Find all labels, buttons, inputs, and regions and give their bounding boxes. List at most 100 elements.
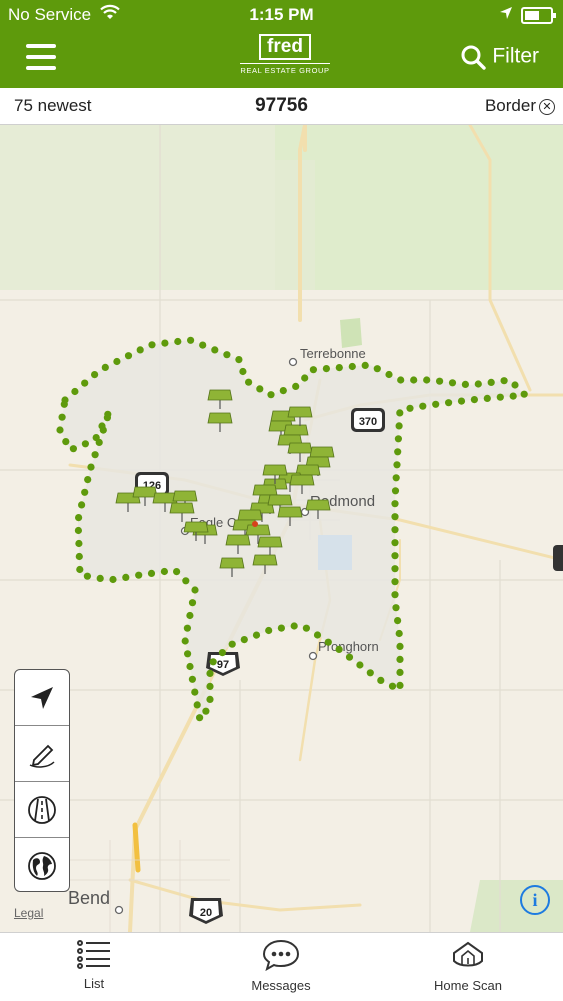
border-dot	[313, 631, 322, 639]
border-dot	[474, 380, 482, 388]
filter-button[interactable]: Filter	[460, 44, 539, 70]
border-dot	[377, 676, 385, 685]
border-dot	[239, 367, 247, 376]
border-label: Border	[484, 96, 536, 115]
menu-icon[interactable]	[26, 44, 56, 70]
border-dot	[74, 526, 82, 535]
border-dot	[218, 649, 226, 657]
border-dot	[388, 682, 397, 690]
border-dot	[211, 346, 219, 354]
border-dot	[196, 714, 204, 722]
border-dot	[202, 707, 210, 715]
satellite-view-button[interactable]	[15, 838, 69, 891]
border-dot	[87, 463, 95, 471]
border-dot	[76, 565, 84, 574]
border-dot	[361, 361, 369, 369]
map-view[interactable]: Terrebonne Redmond Eagle Cr Pronghorn Be…	[0, 125, 563, 932]
draw-button[interactable]	[15, 726, 69, 782]
border-dot	[62, 438, 70, 446]
border-dot	[75, 539, 83, 548]
border-dot	[252, 631, 261, 639]
border-dot	[520, 390, 528, 398]
search-icon	[461, 45, 487, 70]
map-canvas: Terrebonne Redmond Eagle Cr Pronghorn Be…	[0, 125, 563, 932]
border-dot	[191, 688, 199, 696]
border-dot	[461, 380, 469, 388]
locate-button[interactable]	[15, 670, 69, 726]
border-dot	[186, 611, 194, 620]
place-label-terrebonne: Terrebonne	[300, 346, 366, 361]
border-dot	[265, 626, 273, 635]
border-dot	[496, 393, 504, 401]
border-dot	[206, 682, 214, 691]
border-dot	[301, 374, 309, 382]
border-dot	[98, 422, 106, 430]
border-dot	[394, 435, 402, 443]
border-dot	[186, 662, 194, 671]
border-dot	[391, 539, 399, 547]
border-dot	[396, 409, 404, 417]
close-circle-icon: ✕	[539, 99, 555, 115]
map-tools-panel	[14, 669, 70, 892]
tab-list[interactable]: List	[34, 939, 154, 991]
border-dot	[81, 440, 89, 448]
border-dot	[188, 599, 197, 607]
draw-pencil-icon	[29, 744, 55, 768]
zip-code-title: 97756	[255, 95, 308, 116]
border-dot	[184, 650, 192, 658]
border-dot	[193, 701, 201, 709]
border-dot	[385, 370, 393, 379]
border-dot	[122, 573, 130, 582]
border-dot	[136, 346, 144, 354]
border-dot	[487, 378, 495, 386]
border-dot	[373, 365, 381, 373]
info-button[interactable]: i	[520, 885, 550, 915]
border-dot	[391, 578, 399, 586]
border-dot	[191, 586, 199, 594]
border-dot	[397, 376, 405, 384]
border-dot	[91, 371, 99, 379]
shield-label-20: 20	[200, 907, 212, 919]
border-dot	[432, 400, 440, 408]
globe-icon	[28, 851, 56, 880]
border-dot	[445, 399, 453, 407]
shield-label-370: 370	[359, 416, 377, 428]
border-dot	[335, 645, 343, 654]
border-dot	[324, 638, 332, 646]
border-dot	[81, 379, 89, 387]
road-view-button[interactable]	[15, 782, 69, 838]
border-dot	[394, 448, 402, 456]
border-dot	[209, 658, 217, 666]
border-dot	[124, 352, 133, 360]
border-dot	[322, 365, 330, 373]
tab-home-scan[interactable]: Home Scan	[408, 939, 528, 993]
selected-pin-marker[interactable]	[252, 521, 258, 527]
border-dot	[240, 636, 248, 644]
tab-messages[interactable]: Messages	[221, 939, 341, 993]
logo-subtitle: REAL ESTATE GROUP	[240, 63, 330, 75]
border-dot	[147, 569, 156, 578]
border-dot	[75, 514, 83, 522]
border-dot	[395, 422, 403, 430]
border-dot	[181, 637, 189, 645]
border-dot	[509, 392, 517, 400]
border-dot	[101, 363, 109, 371]
border-dot	[96, 574, 104, 583]
border-clear-button[interactable]: Border ✕	[485, 96, 555, 116]
border-dot	[75, 552, 83, 561]
border-dot	[391, 513, 399, 521]
border-dot	[279, 387, 287, 395]
border-dot	[58, 413, 66, 421]
border-dot	[113, 357, 121, 366]
border-dot	[436, 377, 444, 385]
tab-list-label: List	[83, 976, 105, 991]
border-dot	[183, 624, 191, 632]
border-dot	[109, 575, 117, 584]
border-dot	[292, 382, 300, 390]
highway-shield-370: 370	[351, 408, 385, 432]
legal-link[interactable]: Legal	[14, 906, 43, 920]
border-dot	[228, 640, 236, 648]
border-dot	[84, 476, 92, 484]
border-dot	[356, 661, 364, 669]
border-dot	[392, 604, 400, 612]
